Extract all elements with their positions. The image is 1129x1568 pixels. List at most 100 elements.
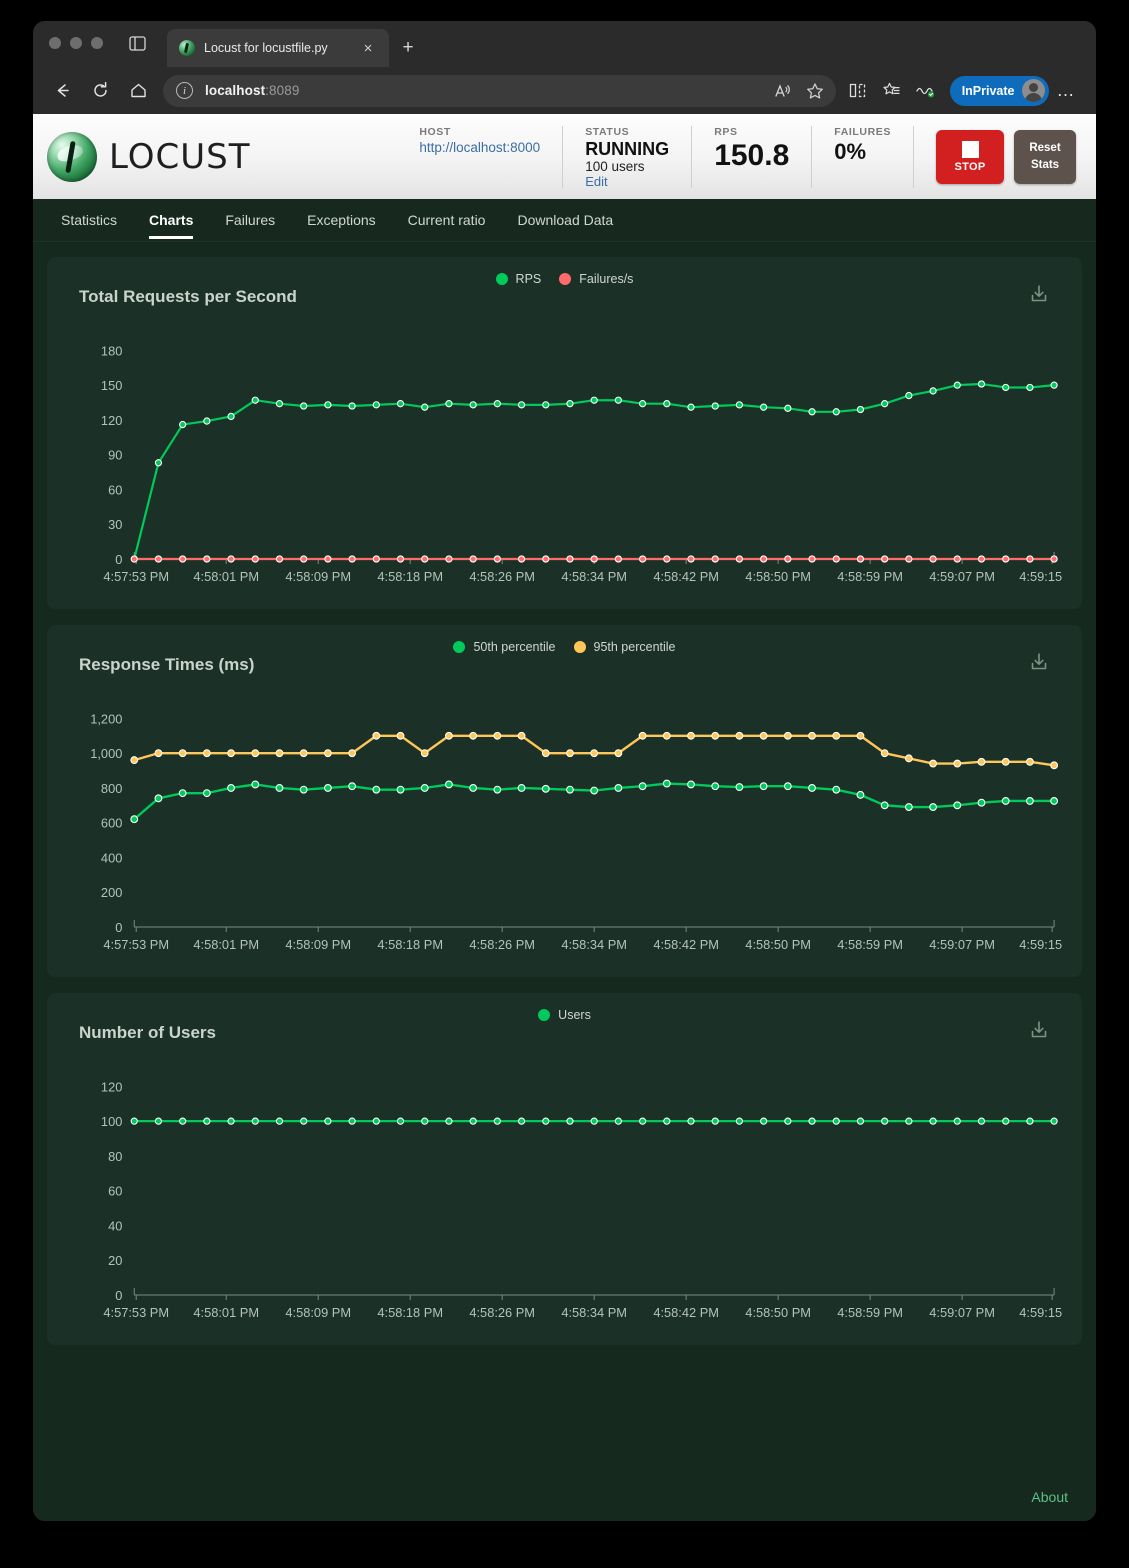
- svg-text:4:59:15 PM: 4:59:15 PM: [1019, 1305, 1064, 1320]
- about-link[interactable]: About: [1031, 1489, 1068, 1505]
- chart-header-rps: Total Requests per Second RPS Failures/s: [65, 272, 1064, 311]
- svg-text:60: 60: [108, 482, 122, 497]
- tab-failures[interactable]: Failures: [209, 199, 291, 242]
- page-content: LOCUST HOST http://localhost:8000 STATUS…: [33, 114, 1096, 1521]
- svg-text:90: 90: [108, 448, 122, 463]
- split-screen-icon[interactable]: [842, 76, 874, 106]
- back-button-icon[interactable]: [45, 76, 79, 106]
- chart-card-rps: Total Requests per Second RPS Failures/s: [47, 257, 1082, 609]
- svg-text:4:58:01 PM: 4:58:01 PM: [193, 1305, 259, 1320]
- svg-text:120: 120: [101, 1079, 122, 1094]
- legend-label-p50: 50th percentile: [473, 640, 556, 654]
- host-value[interactable]: http://localhost:8000: [419, 140, 540, 155]
- legend-item-users[interactable]: Users: [538, 1008, 591, 1022]
- add-favorite-icon[interactable]: [800, 77, 830, 105]
- legend-item-rps[interactable]: RPS: [495, 272, 542, 286]
- chart-header-response-times: Response Times (ms) 50th percentile 95th…: [65, 640, 1064, 679]
- site-info-icon[interactable]: i: [176, 82, 193, 99]
- stop-button-label: STOP: [954, 160, 986, 173]
- reload-button-icon[interactable]: [83, 76, 117, 106]
- favorites-list-icon[interactable]: [876, 76, 908, 106]
- inprivate-badge[interactable]: InPrivate: [949, 75, 1049, 106]
- svg-text:4:58:18 PM: 4:58:18 PM: [377, 1305, 443, 1320]
- home-button-icon[interactable]: [121, 76, 155, 106]
- chart-title-rps: Total Requests per Second: [79, 287, 297, 306]
- legend-item-p50[interactable]: 50th percentile: [453, 640, 556, 654]
- close-window-button[interactable]: [49, 37, 61, 49]
- inprivate-label: InPrivate: [961, 83, 1015, 98]
- stop-button[interactable]: STOP: [936, 129, 1004, 184]
- legend-dot-users: [538, 1009, 551, 1021]
- svg-text:60: 60: [108, 1184, 122, 1199]
- svg-text:4:58:18 PM: 4:58:18 PM: [377, 937, 443, 952]
- stop-square-icon: [961, 140, 979, 158]
- window-traffic-lights: [49, 21, 103, 67]
- minimize-window-button[interactable]: [70, 37, 82, 49]
- chart-title-response-times: Response Times (ms): [79, 655, 255, 674]
- legend-dot-rps: [495, 273, 508, 285]
- read-aloud-icon[interactable]: [768, 77, 798, 105]
- legend-label-rps: RPS: [515, 272, 542, 286]
- svg-text:4:57:53 PM: 4:57:53 PM: [103, 1305, 169, 1320]
- chart-legend-response-times: 50th percentile 95th percentile: [65, 640, 1064, 654]
- locust-logo-icon: [47, 131, 97, 182]
- brand: LOCUST: [47, 131, 251, 182]
- svg-text:0: 0: [115, 552, 122, 567]
- reset-stats-button[interactable]: Reset Stats: [1014, 129, 1076, 184]
- status-value: RUNNING: [585, 138, 670, 159]
- tab-statistics[interactable]: Statistics: [45, 199, 133, 242]
- tab-current-ratio[interactable]: Current ratio: [392, 199, 502, 242]
- tab-title: Locust for locustfile.py: [204, 41, 328, 55]
- sidebar-toggle-icon[interactable]: [122, 21, 152, 67]
- status-label: STATUS: [585, 125, 630, 138]
- svg-text:4:58:09 PM: 4:58:09 PM: [285, 569, 351, 584]
- svg-text:4:58:59 PM: 4:58:59 PM: [837, 937, 903, 952]
- svg-text:800: 800: [101, 781, 122, 796]
- url-text: localhost:8089: [205, 83, 299, 98]
- browser-essentials-icon[interactable]: [910, 76, 942, 106]
- tab-download-data[interactable]: Download Data: [501, 199, 629, 242]
- locust-favicon-icon: [179, 40, 195, 56]
- failures-value: 0%: [834, 138, 867, 164]
- tab-strip: Locust for locustfile.py × +: [33, 21, 1096, 67]
- svg-text:600: 600: [101, 816, 122, 831]
- svg-text:4:58:26 PM: 4:58:26 PM: [469, 1305, 535, 1320]
- legend-item-failures[interactable]: Failures/s: [559, 272, 633, 286]
- new-tab-button[interactable]: +: [397, 36, 419, 58]
- svg-text:1,200: 1,200: [90, 711, 122, 726]
- tab-charts[interactable]: Charts: [133, 199, 209, 242]
- chart-legend-rps: RPS Failures/s: [65, 272, 1064, 286]
- svg-text:4:57:53 PM: 4:57:53 PM: [103, 937, 169, 952]
- brand-name: LOCUST: [109, 136, 251, 177]
- settings-more-icon[interactable]: …: [1051, 80, 1083, 101]
- svg-text:4:59:07 PM: 4:59:07 PM: [929, 1305, 995, 1320]
- browser-tab[interactable]: Locust for locustfile.py ×: [167, 29, 389, 67]
- edit-link[interactable]: Edit: [585, 174, 669, 189]
- header-buttons: STOP Reset Stats: [914, 126, 1076, 188]
- svg-text:4:58:34 PM: 4:58:34 PM: [561, 569, 627, 584]
- address-bar[interactable]: i localhost:8089: [163, 74, 836, 107]
- tab-exceptions[interactable]: Exceptions: [291, 199, 391, 242]
- chart-header-users: Number of Users Users: [65, 1008, 1064, 1047]
- omnibox-actions: [768, 77, 830, 105]
- legend-item-p95[interactable]: 95th percentile: [573, 640, 676, 654]
- maximize-window-button[interactable]: [91, 37, 103, 49]
- avatar[interactable]: [1021, 79, 1045, 102]
- close-tab-icon[interactable]: ×: [357, 37, 379, 59]
- download-chart-icon[interactable]: [1028, 283, 1050, 305]
- download-chart-icon[interactable]: [1028, 651, 1050, 673]
- legend-label-failures: Failures/s: [579, 272, 634, 286]
- svg-text:120: 120: [101, 413, 122, 428]
- svg-text:4:58:34 PM: 4:58:34 PM: [561, 1305, 627, 1320]
- svg-text:4:58:01 PM: 4:58:01 PM: [193, 569, 259, 584]
- svg-text:4:57:53 PM: 4:57:53 PM: [103, 569, 169, 584]
- svg-text:4:58:18 PM: 4:58:18 PM: [377, 569, 443, 584]
- svg-text:4:58:50 PM: 4:58:50 PM: [745, 1305, 811, 1320]
- chart-card-response-times: Response Times (ms) 50th percentile 95th…: [47, 625, 1082, 977]
- svg-text:4:58:50 PM: 4:58:50 PM: [745, 569, 811, 584]
- svg-text:4:58:59 PM: 4:58:59 PM: [837, 1305, 903, 1320]
- svg-text:30: 30: [108, 517, 122, 532]
- download-chart-icon[interactable]: [1028, 1019, 1050, 1041]
- svg-text:4:58:42 PM: 4:58:42 PM: [653, 569, 719, 584]
- chart-card-users: Number of Users Users 0 20 40 60 80 100 120 4:5…: [47, 993, 1082, 1345]
